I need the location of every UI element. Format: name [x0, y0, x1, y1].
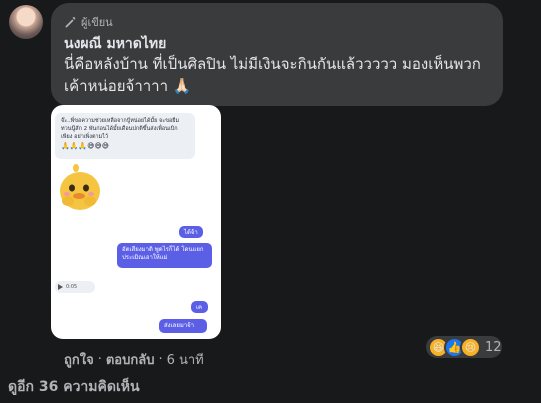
reply-link[interactable]: ตอบกลับ — [106, 349, 155, 370]
received-message-text: จ๊ะ..พี่ขอความช่วยเหลือจากปู้หน่อยได้มั้… — [61, 118, 180, 140]
action-separator: · — [158, 352, 163, 367]
reactions-summary[interactable]: 😆 👍 😢 12 — [426, 336, 502, 358]
sent-message-1: ได้จ้า — [179, 226, 203, 238]
sent-message-3: เค — [191, 301, 208, 313]
commenter-avatar[interactable] — [9, 5, 43, 39]
view-more-comments-link[interactable]: ดูอีก 36 ความคิดเห็น — [8, 376, 140, 398]
attached-chat-screenshot[interactable]: จ๊ะ..พี่ขอความช่วยเหลือจากปู้หน่อยได้มั้… — [51, 105, 221, 339]
audio-message[interactable]: 0:05 — [55, 281, 95, 293]
sent-message-4: ส่งเลยมาจ้า — [159, 319, 207, 333]
sent-message-2: อัตเสียงมาดิ พูดไรก็ได้ โดนแยกประเมิณเอา… — [117, 243, 212, 268]
author-badge-label: ผู้เขียน — [81, 16, 113, 29]
like-link[interactable]: ถูกใจ — [64, 349, 94, 370]
play-icon[interactable] — [58, 284, 63, 290]
comment-bubble: ผู้เขียน นงผณี มหาดไทย นี่คือหลังบ้าน ที… — [51, 3, 503, 106]
received-message-emojis: 🙏🙏🙏😅😅😅 — [61, 142, 110, 150]
author-badge: ผู้เขียน — [64, 13, 113, 31]
author-name[interactable]: นงผณี มหาดไทย — [64, 33, 166, 55]
duck-sticker-icon — [60, 164, 100, 210]
audio-time: 0:05 — [66, 284, 78, 290]
reaction-count: 12 — [485, 339, 502, 355]
received-message: จ๊ะ..พี่ขอความช่วยเหลือจากปู้หน่อยได้มั้… — [55, 113, 195, 159]
action-separator: · — [97, 352, 102, 367]
comment-actions: ถูกใจ · ตอบกลับ · 6 นาที — [64, 349, 204, 370]
comment-text: นี่คือหลังบ้าน ที่เป็นศิลปิน ไม่มีเงินจะ… — [64, 55, 481, 95]
sad-icon: 😢 — [460, 336, 481, 358]
pencil-icon — [65, 16, 76, 27]
comment-time[interactable]: 6 นาที — [167, 349, 204, 370]
